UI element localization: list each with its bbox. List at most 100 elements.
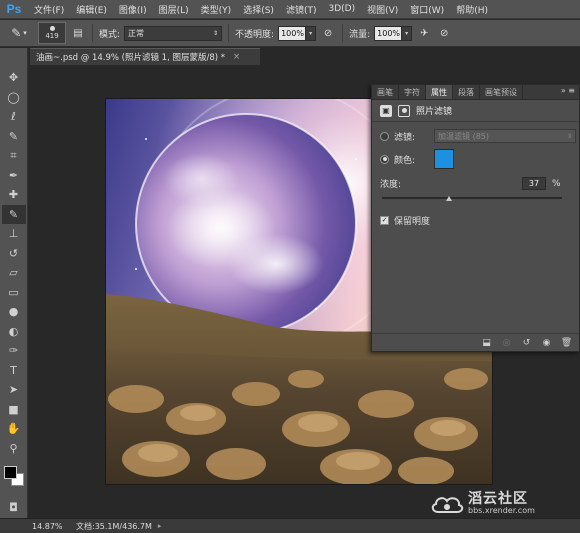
menu-file[interactable]: 文件(F): [28, 3, 70, 16]
opacity-input[interactable]: 100%: [278, 25, 307, 41]
density-slider[interactable]: [372, 194, 579, 206]
reset-icon[interactable]: ↺: [520, 337, 533, 349]
flow-input[interactable]: 100%: [374, 25, 403, 41]
menu-bar: Ps 文件(F) 编辑(E) 图像(I) 图层(L) 类型(Y) 选择(S) 滤…: [0, 0, 580, 19]
photo-filter-icon: ▣: [380, 104, 392, 117]
photoshop-window: Ps 文件(F) 编辑(E) 图像(I) 图层(L) 类型(Y) 选择(S) 滤…: [0, 0, 580, 533]
quick-select-icon[interactable]: ✎: [2, 127, 26, 147]
mode-select[interactable]: 正常 ⇕: [124, 25, 223, 41]
marquee-icon[interactable]: ◯: [2, 88, 26, 108]
menu-filter[interactable]: 滤镜(T): [280, 3, 323, 16]
eyedropper-icon[interactable]: ✒: [2, 166, 26, 186]
shape-icon[interactable]: ■: [2, 400, 26, 420]
menu-3d[interactable]: 3D(D): [322, 4, 361, 14]
blur-icon[interactable]: ●: [2, 302, 26, 322]
brush-icon[interactable]: ✎: [1, 204, 26, 224]
gradient-icon[interactable]: ▭: [2, 283, 26, 303]
tab-character[interactable]: 字符: [399, 85, 426, 99]
dodge-icon[interactable]: ◐: [2, 322, 26, 342]
view-previous-icon[interactable]: ◎: [500, 337, 513, 349]
slider-track: [382, 197, 562, 199]
mode-label: 模式:: [99, 29, 121, 40]
menu-window[interactable]: 窗口(W): [404, 3, 450, 16]
type-icon[interactable]: T: [2, 361, 26, 381]
menu-select[interactable]: 选择(S): [237, 3, 280, 16]
status-bar: 14.87% 文档:35.1M/436.7M ▸: [0, 518, 580, 533]
status-menu-icon[interactable]: ▸: [158, 522, 162, 530]
color-radio[interactable]: [380, 154, 389, 164]
brush-size-value: 419: [45, 32, 59, 40]
visibility-eye-icon[interactable]: ◉: [540, 337, 553, 349]
crop-icon[interactable]: ⌗: [2, 146, 26, 166]
watermark: 滔云社区 bbs.xrender.com: [430, 491, 535, 516]
brush-tip-icon: [49, 26, 55, 31]
brush-preset-picker[interactable]: 419: [38, 22, 66, 44]
mode-value: 正常: [128, 28, 145, 38]
document-title: 油画~.psd @ 14.9% (照片滤镜 1, 图层蒙版/8) *: [36, 53, 226, 63]
move-icon[interactable]: ✥: [2, 68, 26, 88]
tab-properties[interactable]: 属性: [426, 85, 453, 99]
tab-paragraph[interactable]: 段落: [453, 85, 480, 99]
lasso-icon[interactable]: ℓ: [2, 107, 26, 127]
color-swatches: [2, 464, 26, 494]
path-select-icon[interactable]: ➤: [2, 380, 26, 400]
foreground-color[interactable]: [3, 466, 17, 479]
delete-icon[interactable]: 🗑: [560, 337, 573, 349]
preserve-row: ✓ 保留明度: [372, 214, 579, 227]
filter-color-swatch[interactable]: [434, 149, 455, 169]
filter-radio[interactable]: [380, 131, 389, 141]
zoom-level[interactable]: 14.87%: [0, 522, 63, 531]
preserve-label: 保留明度: [394, 217, 431, 227]
menu-layer[interactable]: 图层(L): [153, 3, 195, 16]
filter-label: 滤镜:: [394, 132, 416, 143]
opacity-control: 100% ▾: [278, 25, 317, 41]
hand-icon[interactable]: ✋: [2, 419, 26, 439]
properties-panel: 画笔 字符 属性 段落 画笔预设 » ≡ ▣ 照片滤镜 滤镜: 加温滤镜 (85…: [371, 84, 580, 352]
color-row: 颜色:: [372, 149, 579, 169]
brush-panel-toggle-icon[interactable]: ▤: [70, 24, 86, 42]
healing-brush-icon[interactable]: ✚: [2, 185, 26, 205]
density-input[interactable]: 37: [522, 177, 546, 190]
flow-dropdown-icon[interactable]: ▾: [402, 25, 413, 41]
history-brush-icon[interactable]: ↺: [2, 244, 26, 264]
tab-brush[interactable]: 画笔: [372, 85, 399, 99]
brush-icon: ✎: [11, 26, 22, 40]
menu-type[interactable]: 类型(Y): [195, 3, 238, 16]
options-bar: ✎ ▾ 419 ▤ 模式: 正常 ⇕ 不透明度: 100% ▾ ⊘ 流量: 100…: [0, 20, 580, 47]
clip-to-layer-icon[interactable]: ⬓: [480, 337, 493, 349]
pressure-size-icon[interactable]: ⊘: [436, 24, 452, 42]
density-label: 浓度:: [380, 180, 402, 190]
pressure-opacity-icon[interactable]: ⊘: [320, 24, 336, 42]
tab-brush-presets[interactable]: 画笔预设: [480, 85, 523, 99]
chevron-updown-icon: ⇕: [567, 132, 573, 140]
quick-mask-icon[interactable]: ◘: [2, 498, 26, 518]
menu-help[interactable]: 帮助(H): [450, 3, 494, 16]
filter-select[interactable]: 加温滤镜 (85) ⇕: [434, 129, 577, 143]
document-tab[interactable]: 油画~.psd @ 14.9% (照片滤镜 1, 图层蒙版/8) * ×: [30, 48, 260, 65]
flow-control: 100% ▾: [374, 25, 413, 41]
layer-mask-icon[interactable]: [398, 104, 410, 117]
panel-footer: ⬓ ◎ ↺ ◉ 🗑: [372, 333, 579, 351]
watermark-title: 滔云社区: [468, 491, 528, 507]
watermark-text: 滔云社区 bbs.xrender.com: [468, 491, 535, 516]
menu-edit[interactable]: 编辑(E): [70, 3, 113, 16]
opacity-dropdown-icon[interactable]: ▾: [306, 25, 317, 41]
density-row: 浓度: 37 %: [372, 177, 579, 190]
menu-image[interactable]: 图像(I): [113, 3, 153, 16]
panel-menu-icon[interactable]: » ≡: [561, 86, 575, 95]
flow-label: 流量:: [349, 29, 371, 40]
panel-tabs: 画笔 字符 属性 段落 画笔预设 » ≡: [372, 85, 579, 100]
tool-preset-picker[interactable]: ✎ ▾: [4, 23, 34, 43]
close-icon[interactable]: ×: [233, 52, 240, 62]
slider-thumb[interactable]: [445, 196, 452, 201]
pen-icon[interactable]: ✑: [2, 341, 26, 361]
zoom-icon[interactable]: ⚲: [2, 439, 26, 459]
clone-stamp-icon[interactable]: ⊥: [2, 224, 26, 244]
airbrush-icon[interactable]: ✈: [416, 24, 432, 42]
divider: [342, 24, 344, 42]
app-logo: Ps: [6, 2, 22, 16]
eraser-icon[interactable]: ▱: [2, 263, 26, 283]
preserve-luminosity-checkbox[interactable]: ✓: [380, 216, 389, 225]
panel-header: ▣ 照片滤镜: [372, 100, 579, 122]
menu-view[interactable]: 视图(V): [361, 3, 404, 16]
